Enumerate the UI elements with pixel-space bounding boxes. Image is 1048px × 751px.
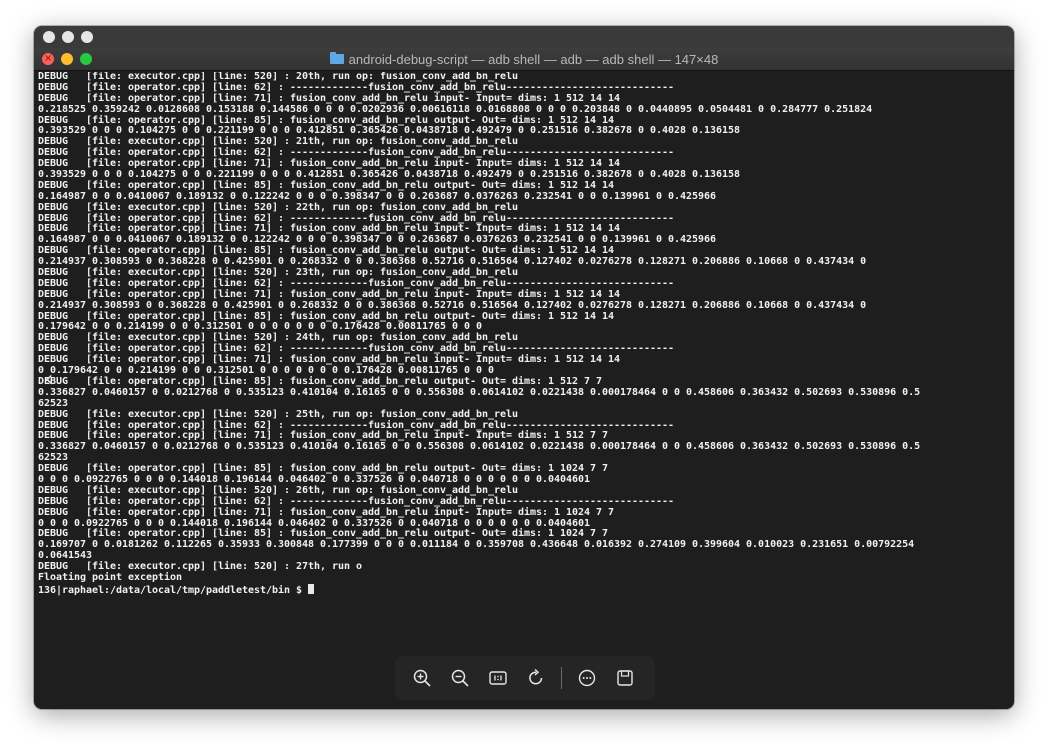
terminal-line: 62523 bbox=[38, 397, 69, 409]
viewer-minimize-button[interactable] bbox=[62, 31, 74, 43]
terminal-line: 0.214937 0.308593 0 0.368228 0 0.425901 … bbox=[38, 299, 867, 311]
toolbar-separator bbox=[561, 667, 562, 689]
actual-size-button[interactable] bbox=[485, 665, 511, 691]
terminal-line: 0.336827 0.0460157 0 0.0212768 0 0.53512… bbox=[38, 386, 921, 398]
viewer-close-button[interactable] bbox=[43, 31, 55, 43]
rotate-icon bbox=[529, 668, 543, 685]
image-viewer-window: × android-debug-script — adb shell — adb… bbox=[34, 26, 1014, 709]
terminal-line: DEBUG [file: operator.cpp] [line: 62] : … bbox=[38, 495, 675, 507]
zoom-in-button[interactable] bbox=[409, 665, 435, 691]
shell-prompt-line[interactable]: 136|raphael:/data/local/tmp/paddletest/b… bbox=[38, 583, 1010, 596]
previous-image-button[interactable]: ‹ bbox=[36, 364, 62, 394]
terminal-titlebar: × android-debug-script — adb shell — adb… bbox=[34, 48, 1014, 71]
terminal-title-text: android-debug-script — adb shell — adb —… bbox=[348, 51, 719, 67]
viewer-toolbar bbox=[395, 656, 655, 700]
shell-prompt: 136|raphael:/data/local/tmp/paddletest/b… bbox=[38, 584, 309, 596]
zoom-out-button[interactable] bbox=[447, 665, 473, 691]
zoom-out-icon bbox=[451, 669, 469, 687]
terminal-line: DEBUG [file: executor.cpp] [line: 520] :… bbox=[38, 408, 519, 420]
chevron-left-icon: ‹ bbox=[44, 366, 54, 392]
terminal-output[interactable]: DEBUG [file: executor.cpp] [line: 520] :… bbox=[38, 72, 1010, 708]
terminal-line: DEBUG [file: operator.cpp] [line: 71] : … bbox=[38, 506, 615, 518]
zoom-in-icon bbox=[413, 669, 431, 687]
more-icon bbox=[578, 669, 596, 687]
more-button[interactable] bbox=[574, 665, 600, 691]
rotate-button[interactable] bbox=[523, 665, 549, 691]
viewer-zoom-button[interactable] bbox=[81, 31, 93, 43]
terminal-window: × android-debug-script — adb shell — adb… bbox=[34, 48, 1014, 709]
folder-icon bbox=[329, 52, 344, 64]
terminal-line: 0.336827 0.0460157 0 0.0212768 0 0.53512… bbox=[38, 441, 921, 453]
terminal-line: 0.169707 0 0.0181262 0.112265 0.35933 0.… bbox=[38, 539, 915, 551]
terminal-title: android-debug-script — adb shell — adb —… bbox=[34, 48, 1014, 70]
actual-size-icon bbox=[489, 671, 507, 685]
save-icon bbox=[617, 670, 633, 686]
terminal-line: 0.218525 0.359242 0.0128608 0.153188 0.1… bbox=[38, 103, 873, 115]
terminal-line: Floating point exception bbox=[38, 571, 183, 583]
text-cursor bbox=[308, 583, 315, 594]
terminal-line: DEBUG [file: executor.cpp] [line: 520] :… bbox=[38, 561, 363, 573]
viewer-titlebar bbox=[34, 26, 1014, 48]
save-button[interactable] bbox=[612, 665, 638, 691]
terminal-line: DEBUG [file: executor.cpp] [line: 520] :… bbox=[38, 201, 519, 213]
